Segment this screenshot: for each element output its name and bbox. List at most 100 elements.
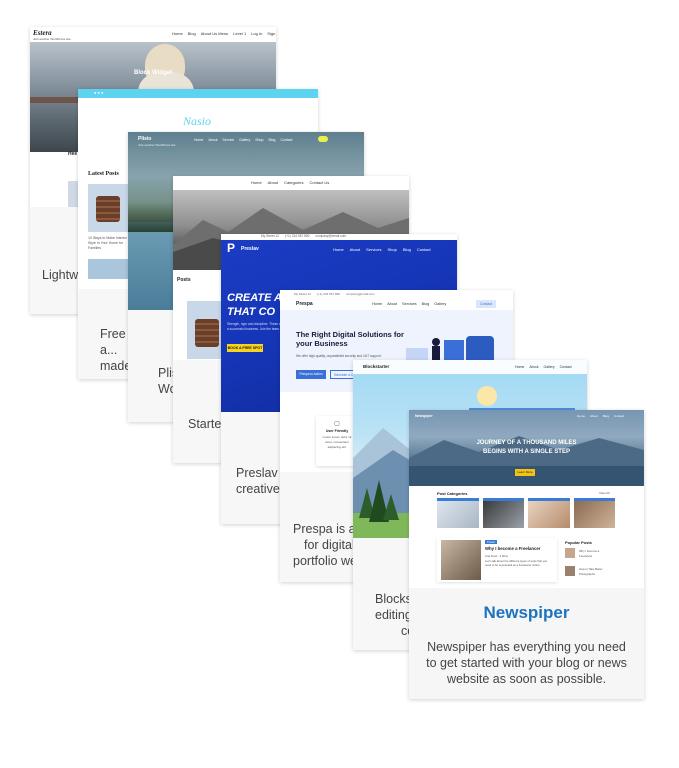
preslav-logo: Preslav <box>241 246 259 252</box>
newspiper-nav-item[interactable]: Home <box>577 414 585 418</box>
preslav-nav-item[interactable]: About <box>350 247 360 252</box>
estera-logo: Estera <box>33 29 52 37</box>
theme-screenshot-newspiper: Newspiper Home About Blog Contact JOURNEY O… <box>409 410 644 588</box>
estera-nav-item[interactable]: Log In <box>251 31 262 36</box>
newspiper-category-grid <box>437 498 615 528</box>
preslav-topbar-item[interactable]: company@email.com <box>315 234 346 238</box>
chat-icon: ▢ <box>334 421 340 427</box>
newspiper-title[interactable]: Newspiper <box>409 603 644 623</box>
popular-post-title[interactable]: Why I become a Freelancer <box>579 549 613 559</box>
plisio-nav-item[interactable]: Home <box>194 138 203 142</box>
featured-post-badge: Travel <box>485 540 497 544</box>
estera-thumb <box>68 181 78 207</box>
preslav-nav-item[interactable]: Contact <box>417 247 431 252</box>
newspiper-hero: Newspiper Home About Blog Contact JOURNEY O… <box>409 410 644 486</box>
newspiper-hero-line-1: JOURNEY OF A THOUSAND MILES <box>476 440 577 446</box>
preslav-nav-item[interactable]: Services <box>366 247 381 252</box>
plisio-nav-item[interactable]: Service <box>223 138 235 142</box>
newspiper-hero-button[interactable]: Learn More <box>515 469 535 476</box>
prespa-nav-item[interactable]: Gallery <box>434 302 446 306</box>
prespa-nav-item[interactable]: Services <box>402 302 417 306</box>
category-tile[interactable] <box>573 498 615 528</box>
estera-nav-item[interactable]: About Us Menu <box>201 31 229 36</box>
popular-post-thumb <box>565 566 575 576</box>
popular-post-title[interactable]: How to Take Better Photographs <box>579 567 613 577</box>
nasio-post-title: 10 Ways to Make Interior Style In Your H… <box>88 236 127 250</box>
starter-nav-item[interactable]: Contact Us <box>309 180 329 185</box>
newspiper-nav-item[interactable]: Blog <box>603 414 609 418</box>
category-tile[interactable] <box>528 498 570 528</box>
preslav-cta-button[interactable]: BOOK A FREE SPOT <box>227 344 263 352</box>
popular-post-thumb <box>565 548 575 558</box>
plisio-toggle[interactable] <box>318 136 328 142</box>
plisio-nav-item[interactable]: Shop <box>255 138 263 142</box>
plisio-nav-item[interactable]: Gallery <box>239 138 250 142</box>
preslav-hero-title-2: THAT CO <box>227 306 276 318</box>
estera-nav-item[interactable]: Level 1 <box>233 31 246 36</box>
prespa-topbar-item[interactable]: company@email.com <box>346 292 375 296</box>
newspiper-logo: Newspiper <box>415 414 433 418</box>
newspiper-featured-post[interactable]: Travel Why I become a Freelancer Ana Sco… <box>437 538 557 582</box>
plisio-nav-item[interactable]: Blog <box>268 138 275 142</box>
newspiper-nav-item[interactable]: Contact <box>614 414 624 418</box>
preslav-hero-title: CREATE A <box>227 292 282 304</box>
category-tile[interactable] <box>482 498 524 528</box>
nasio-post-image-2 <box>88 259 128 279</box>
newspiper-nav: Home About Blog Contact <box>577 414 624 418</box>
category-tile[interactable] <box>437 498 479 528</box>
estera-nav-item[interactable]: Blog <box>188 31 196 36</box>
prespa-nav-item[interactable]: About <box>387 302 397 306</box>
starter-nav-item[interactable]: Categories <box>284 180 303 185</box>
estera-nav-item[interactable]: Sign In <box>267 31 276 36</box>
estera-nav: Home Blog About Us Menu Level 1 Log In Sign I… <box>172 31 276 36</box>
plisio-nav-item[interactable]: Contact <box>280 138 292 142</box>
starter-posts-label: Posts <box>177 277 191 283</box>
prespa-contact-button[interactable]: Contact <box>476 300 496 308</box>
prespa-hero-title: The Right Digital Solutions for your Bus… <box>296 330 404 348</box>
blockstarter-nav-item[interactable]: About <box>529 365 538 369</box>
blockstarter-nav-item[interactable]: Contact <box>560 365 572 369</box>
preslav-nav-item[interactable]: Blog <box>403 247 411 252</box>
featured-post-title[interactable]: Why I become a Freelancer <box>485 546 540 551</box>
prespa-feature-text: Lorem ipsum dolor sit amet, consectetur … <box>322 435 352 449</box>
starter-nav-item[interactable]: About <box>268 180 278 185</box>
preslav-nav: Home About Services Shop Blog Contact <box>333 247 431 252</box>
preslav-logo-icon: P <box>227 241 236 255</box>
preslav-nav-item[interactable]: Shop <box>387 247 396 252</box>
newspiper-popular-posts: Popular Posts <box>565 540 592 545</box>
prespa-primary-button[interactable]: Prespa in Action <box>296 370 326 379</box>
prespa-topbar-item[interactable]: My Street 12 <box>294 292 311 296</box>
plisio-logo: Plisio <box>138 136 152 142</box>
prespa-topbar: My Street 12 (+1) 234 567 890 company@emai… <box>294 292 375 296</box>
starter-nav-item[interactable]: Home <box>251 180 262 185</box>
prespa-nav-item[interactable]: Home <box>372 302 382 306</box>
plisio-tagline: Just another WordPress site <box>138 143 176 147</box>
newspiper-hero-line-2: BEGINS WITH A SINGLE STEP <box>483 449 570 455</box>
theme-card-newspiper[interactable]: Newspiper Home About Blog Contact JOURNEY O… <box>409 410 644 699</box>
blockstarter-nav-item[interactable]: Home <box>515 365 524 369</box>
newspiper-view-all-link[interactable]: View All <box>599 491 609 496</box>
blockstarter-logo: Blockstarter <box>363 364 390 369</box>
newspiper-post-categories: Post Categories <box>437 491 468 496</box>
starter-post-image <box>187 301 225 359</box>
starter-nav: Home About Categories Contact Us <box>251 180 329 185</box>
prespa-nav-item[interactable]: Blog <box>422 302 430 306</box>
estera-nav-item[interactable]: Home <box>172 31 183 36</box>
featured-post-excerpt: Let's talk about the different types of … <box>485 559 548 567</box>
preslav-topbar-item[interactable]: (+1) 234 567 890 <box>285 234 309 238</box>
blockstarter-nav-item[interactable]: Gallery <box>544 365 555 369</box>
plisio-nav-item[interactable]: About <box>208 138 217 142</box>
sun-graphic <box>477 386 497 406</box>
plisio-nav: Home About Service Gallery Shop Blog Contact <box>194 138 293 142</box>
prespa-hero-sub: We offer high-quality, unparalleled secu… <box>296 354 382 358</box>
featured-post-image <box>441 540 481 580</box>
blockstarter-nav: Home About Gallery Contact <box>515 365 572 369</box>
nasio-post-image <box>88 184 128 232</box>
preslav-nav-item[interactable]: Home <box>333 247 344 252</box>
newspiper-nav-item[interactable]: About <box>590 414 598 418</box>
estera-hero-text: Block Widget <box>134 70 172 76</box>
prespa-topbar-item[interactable]: (+1) 234 567 890 <box>317 292 340 296</box>
nasio-topbar <box>78 89 318 98</box>
preslav-topbar-item[interactable]: My Street 12 <box>261 234 279 238</box>
prespa-feature-card: ▢ User Friendly Lorem ipsum dolor sit am… <box>316 416 358 466</box>
